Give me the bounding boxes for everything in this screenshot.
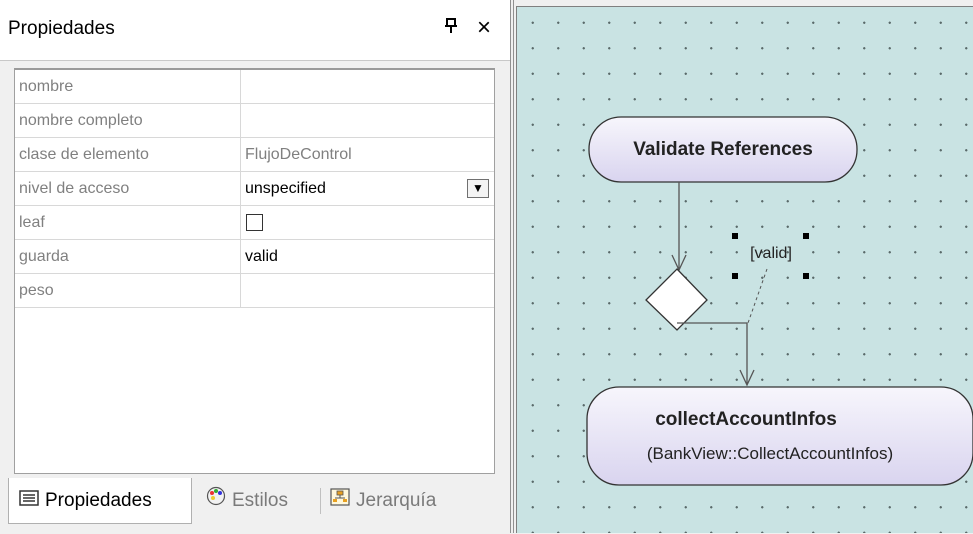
tab-propiedades[interactable]: Propiedades <box>8 478 192 524</box>
dropdown-arrow-icon[interactable]: ▼ <box>467 179 489 198</box>
property-row-clase-de-elemento[interactable]: clase de elemento FlujoDeControl <box>15 138 494 172</box>
property-row-leaf[interactable]: leaf <box>15 206 494 240</box>
property-name: nombre completo <box>19 112 143 129</box>
guarded-flow-line[interactable] <box>677 322 748 384</box>
property-name: nivel de acceso <box>19 180 130 197</box>
tab-estilos[interactable]: Estilos <box>206 478 288 524</box>
action-validate-references[interactable]: Validate References <box>588 116 858 183</box>
selection-handle[interactable] <box>732 273 738 279</box>
property-name: nombre <box>19 78 74 95</box>
tab-jerarquia[interactable]: Jerarquía <box>330 478 436 524</box>
guard-text: [valid] <box>750 245 792 262</box>
action-label: Validate References <box>633 139 813 160</box>
guard-label[interactable]: [valid] <box>732 233 809 279</box>
leaf-checkbox[interactable] <box>246 214 263 231</box>
property-grid: nombre nombre completo clase de elemento… <box>14 68 495 474</box>
guard-link <box>747 268 768 324</box>
diagram-canvas[interactable]: Validate References [valid] collectAccou… <box>516 6 973 533</box>
property-row-peso[interactable]: peso <box>15 274 494 308</box>
tab-label: Jerarquía <box>356 490 437 512</box>
property-name: leaf <box>19 214 45 231</box>
pin-icon[interactable] <box>440 16 462 40</box>
action-collect-account-infos[interactable]: collectAccountInfos (BankView::CollectAc… <box>586 386 973 486</box>
property-value: FlujoDeControl <box>245 146 352 163</box>
selection-handle[interactable] <box>803 273 809 279</box>
panel-tabs: Propiedades Estilos Jerarquía <box>0 478 510 533</box>
close-icon[interactable]: × <box>470 14 498 42</box>
property-row-nivel-de-acceso[interactable]: nivel de acceso unspecified ▼ <box>15 172 494 206</box>
panel-title: Propiedades <box>8 18 115 39</box>
tab-divider <box>320 488 321 514</box>
access-level-select[interactable]: unspecified <box>245 172 326 205</box>
property-row-nombre[interactable]: nombre <box>15 70 494 104</box>
properties-list-icon <box>19 478 39 524</box>
properties-panel: Propiedades × nombre nombre completo cla… <box>0 0 510 533</box>
property-row-guarda[interactable]: guarda valid <box>15 240 494 274</box>
property-name: peso <box>19 282 54 299</box>
tab-label: Estilos <box>232 490 288 512</box>
property-name: guarda <box>19 248 69 265</box>
decision-node[interactable] <box>645 268 708 331</box>
panel-header: Propiedades × <box>0 0 510 61</box>
property-name: clase de elemento <box>19 146 149 163</box>
panel-splitter[interactable] <box>510 0 514 533</box>
tab-label: Propiedades <box>45 490 152 512</box>
action-title: collectAccountInfos <box>655 409 837 430</box>
selection-handle[interactable] <box>732 233 738 239</box>
action-subtitle: (BankView::CollectAccountInfos) <box>647 444 893 463</box>
selection-handle[interactable] <box>803 233 809 239</box>
property-row-nombre-completo[interactable]: nombre completo <box>15 104 494 138</box>
activity-diagram: Validate References [valid] collectAccou… <box>586 116 973 486</box>
hierarchy-icon <box>330 478 350 524</box>
palette-icon <box>206 478 226 524</box>
property-value[interactable]: valid <box>245 240 278 273</box>
